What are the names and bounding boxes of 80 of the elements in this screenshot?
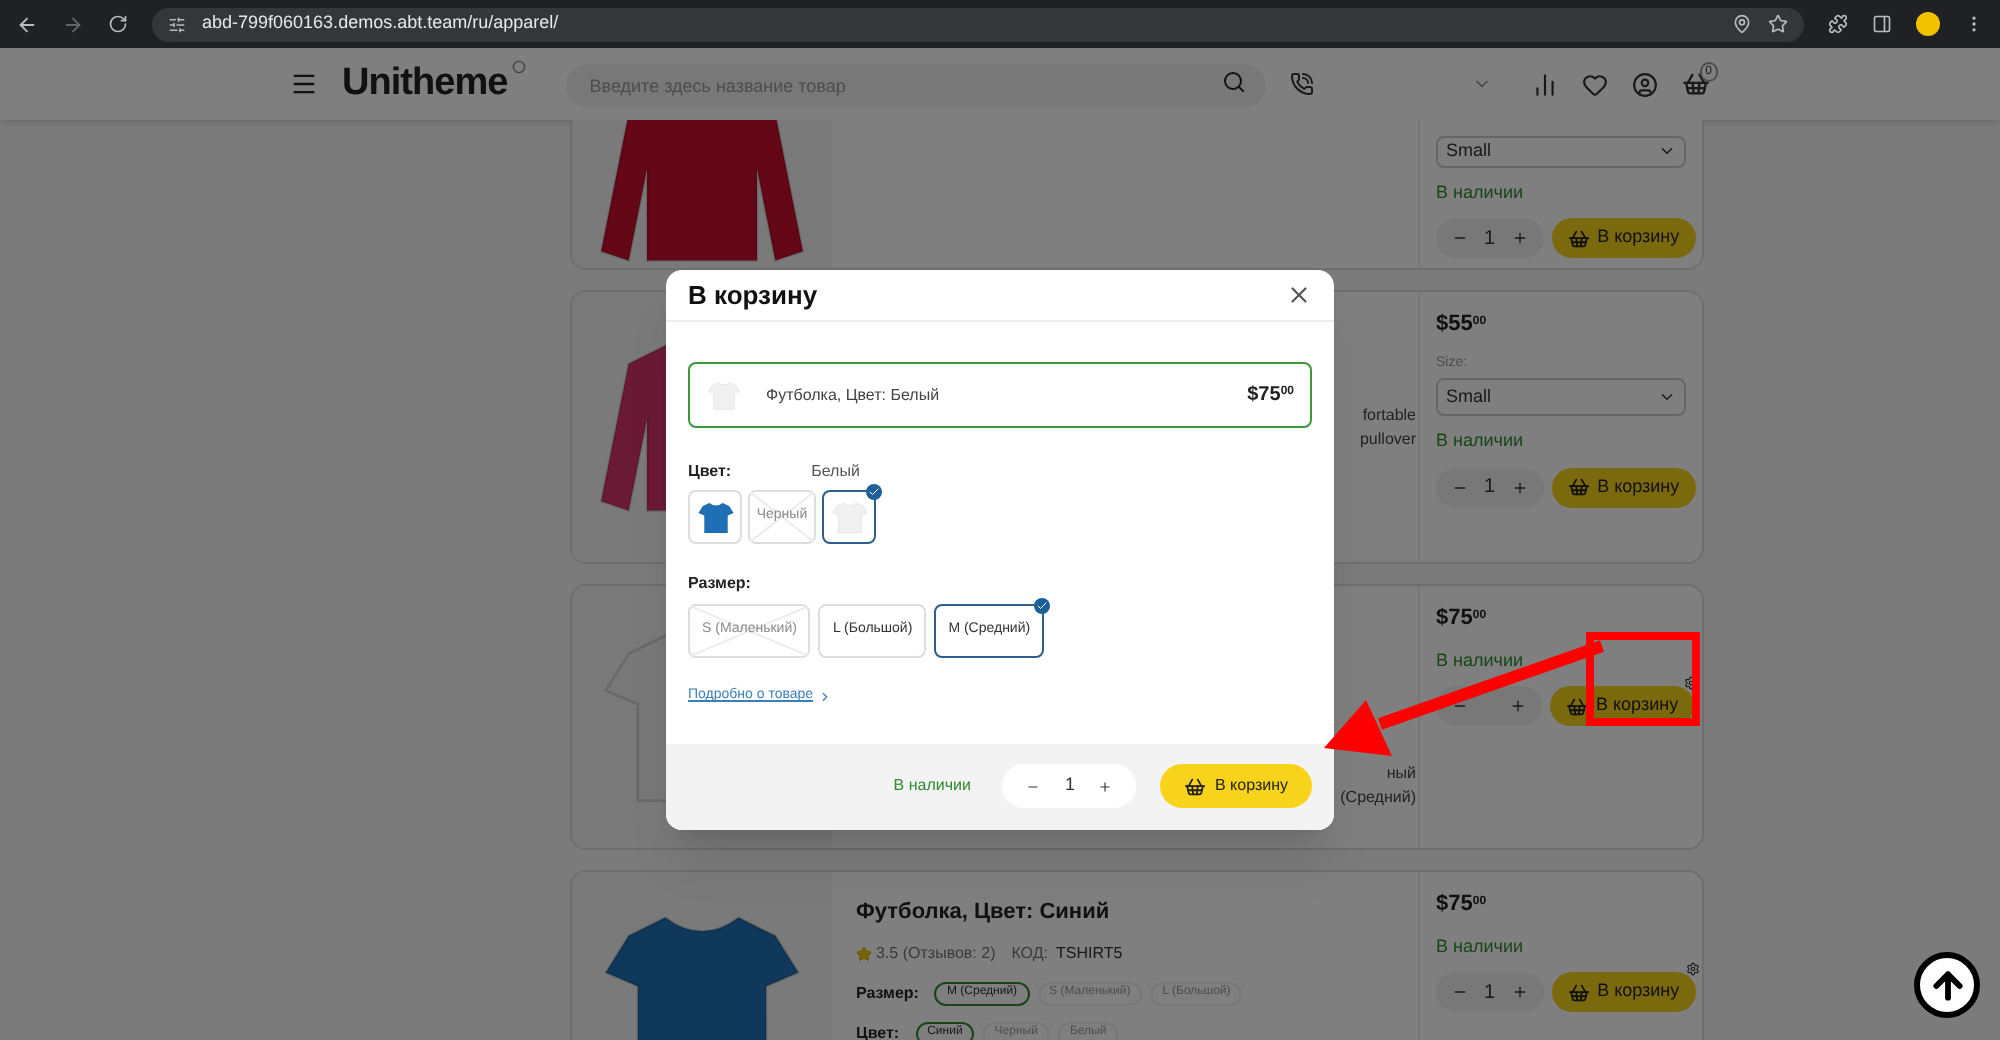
stock-status: В наличии: [1436, 647, 1526, 673]
stock-status: В наличии: [893, 774, 971, 798]
color-label: Цвет:: [688, 460, 732, 484]
plus-icon[interactable]: [1511, 984, 1528, 1000]
chevron-down-icon: [1658, 388, 1676, 406]
chevron-right-icon: [817, 689, 832, 704]
back-icon[interactable]: [16, 13, 38, 35]
address-bar[interactable]: abd-799f060163.demos.abt.team/ru/apparel/: [152, 7, 1804, 41]
logo-mark-icon: [511, 59, 526, 74]
description-text: ный: [1386, 762, 1416, 786]
description-text: (Средний): [1340, 786, 1416, 810]
highlight-frame: [1586, 632, 1700, 726]
search-icon[interactable]: [1221, 70, 1246, 94]
extensions-icon[interactable]: [1828, 14, 1848, 34]
quantity-value: 1: [1064, 772, 1075, 799]
site-info-icon[interactable]: [168, 15, 186, 33]
basket-icon: [1567, 981, 1590, 1003]
price: $55$^{00}$: [1436, 310, 1489, 340]
size-label: Размер:: [688, 572, 753, 596]
stock-status: В наличии: [1436, 933, 1526, 959]
price: $75$^{00}$: [1247, 382, 1294, 410]
description-text: pullover: [1359, 427, 1416, 451]
quantity-value: 1: [1484, 225, 1496, 253]
color-swatch[interactable]: [822, 490, 876, 544]
basket-icon: [1184, 775, 1207, 797]
forward-icon[interactable]: [62, 13, 84, 35]
quantity-stepper[interactable]: 1: [1436, 467, 1544, 507]
plus-icon[interactable]: [1511, 230, 1528, 246]
add-to-cart-button[interactable]: В корзину: [1160, 764, 1312, 808]
quantity-value: 1: [1484, 474, 1496, 502]
basket-icon: [1567, 476, 1590, 498]
price: $75$^{00}$: [1436, 604, 1489, 634]
basket-icon: [1567, 227, 1590, 249]
location-icon[interactable]: [1732, 14, 1752, 34]
side-panel-icon[interactable]: [1872, 14, 1892, 34]
quantity-value: 1: [1484, 979, 1496, 1007]
code-label: КОД:: [1011, 941, 1048, 965]
check-badge: [1034, 598, 1051, 614]
scroll-to-top-button[interactable]: [1914, 952, 1980, 1018]
quantity-stepper[interactable]: 1: [1002, 764, 1137, 808]
compare-icon[interactable]: [1532, 71, 1558, 97]
url-text: abd-799f060163.demos.abt.team/ru/apparel/: [202, 10, 559, 37]
dialog-title: В корзину: [688, 277, 818, 314]
heart-icon[interactable]: [1582, 71, 1608, 97]
stock-status: В наличии: [1436, 428, 1526, 454]
size-select[interactable]: Small: [1436, 378, 1686, 416]
quantity-stepper[interactable]: 1: [1436, 218, 1544, 258]
price: $75$^{00}$: [1436, 890, 1489, 920]
add-to-cart-button[interactable]: В корзину: [1551, 972, 1696, 1012]
plus-icon[interactable]: [1098, 779, 1113, 793]
add-to-cart-button[interactable]: В корзину: [1551, 467, 1696, 507]
settings-icon[interactable]: [1685, 962, 1700, 976]
check-badge: [866, 484, 882, 500]
rating-text: 3.5 (Отзывов: 2): [876, 941, 996, 965]
reload-icon[interactable]: [108, 14, 128, 34]
plus-icon[interactable]: [1511, 479, 1528, 495]
description-text: fortable: [1362, 403, 1416, 427]
star-icon: [856, 945, 872, 961]
user-icon[interactable]: [1632, 71, 1658, 97]
phone-icon[interactable]: [1289, 72, 1314, 96]
variant-name: Футболка, Цвет: Белый: [766, 383, 942, 407]
size-select[interactable]: Small: [1436, 136, 1686, 167]
menu-icon[interactable]: [290, 70, 318, 98]
unavailable-cross-icon: [690, 606, 809, 656]
stock-status: В наличии: [1436, 179, 1526, 205]
close-icon[interactable]: [1286, 282, 1312, 308]
unavailable-cross-icon: [750, 492, 814, 542]
bookmark-star-icon[interactable]: [1768, 14, 1788, 34]
add-to-cart-button[interactable]: В корзину: [1551, 218, 1696, 258]
product-title[interactable]: Футболка, Цвет: Синий: [856, 896, 1394, 929]
option-label: Цвет:: [856, 1021, 900, 1040]
option-label: Размер:: [856, 981, 919, 1005]
quantity-stepper[interactable]: 1: [1436, 972, 1544, 1012]
logo[interactable]: Unitheme: [342, 55, 508, 113]
code-value: TSHIRT5: [1056, 941, 1123, 965]
profile-avatar[interactable]: [1916, 12, 1940, 36]
selected-color-value: Белый: [811, 460, 860, 484]
product-image[interactable]: [572, 120, 832, 268]
basket-icon: [1566, 695, 1588, 717]
plus-icon[interactable]: [1510, 698, 1526, 714]
